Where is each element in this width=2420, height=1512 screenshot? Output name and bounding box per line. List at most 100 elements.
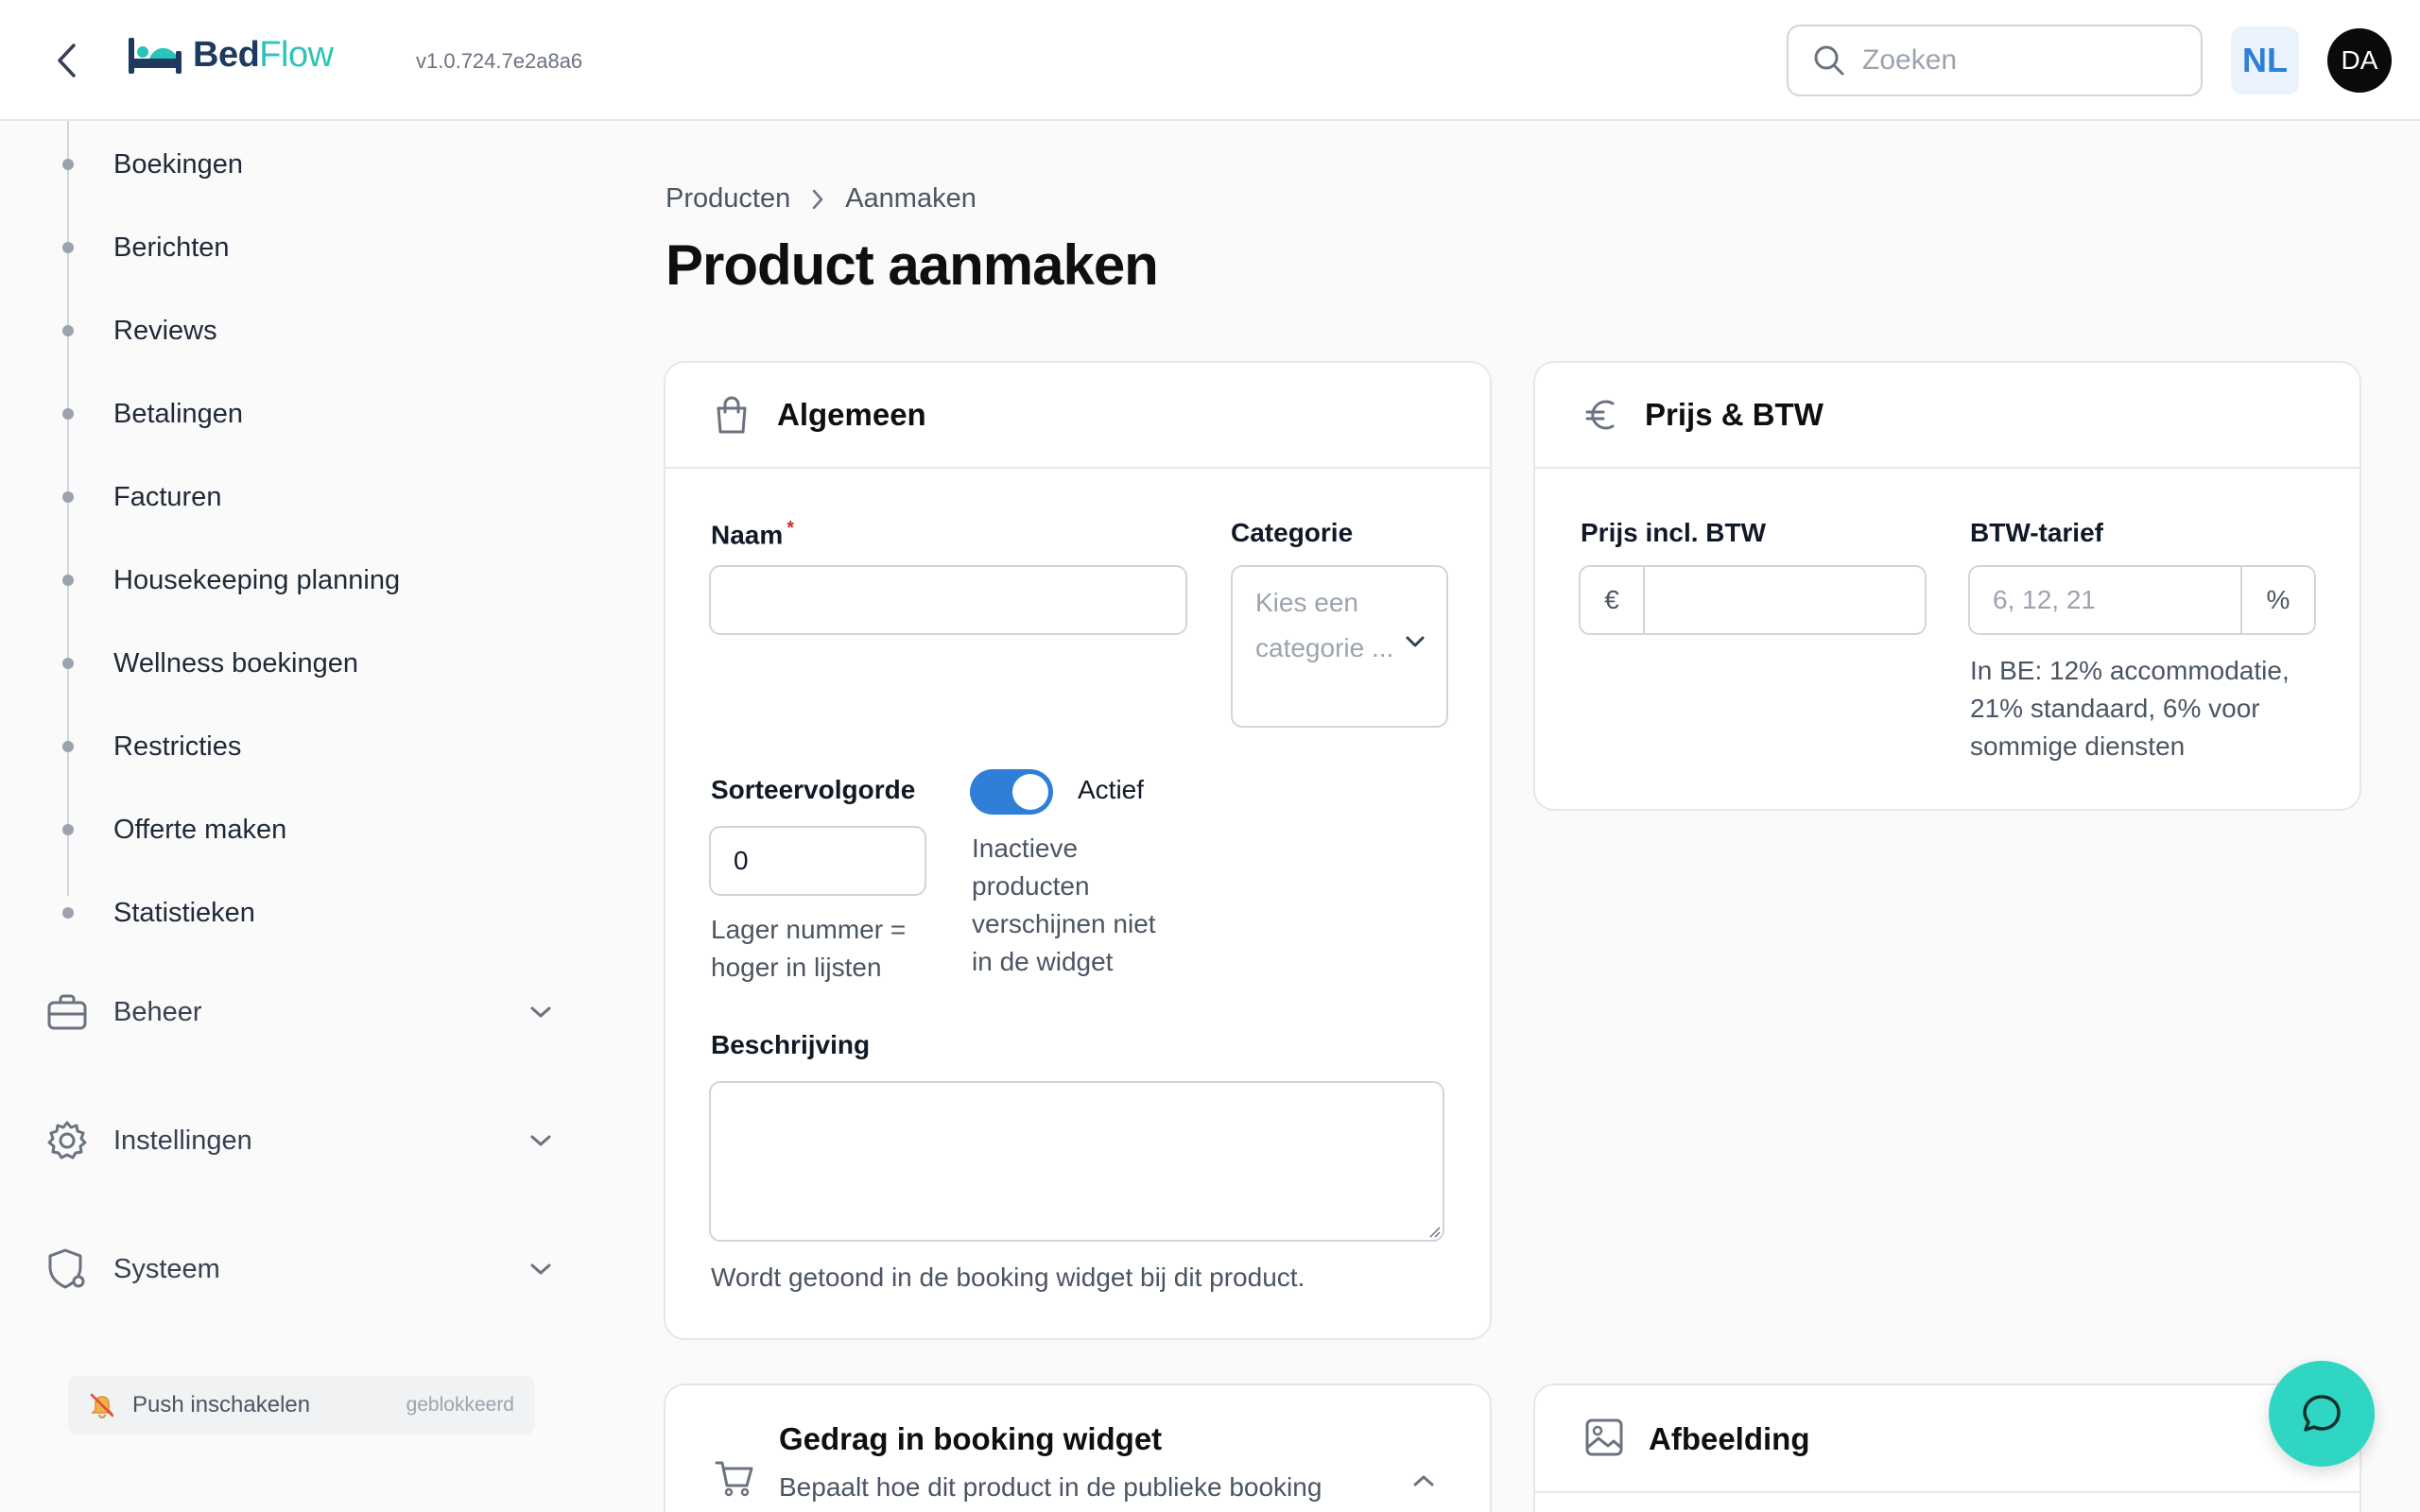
bullet-dot <box>62 824 74 835</box>
description-label: Beschrijving <box>711 1030 871 1059</box>
bell-off-icon <box>90 1393 114 1418</box>
user-avatar[interactable]: DA <box>2327 28 2392 93</box>
price-vat-card: Prijs & BTW Prijs incl. BTW € BTW-tarief… <box>1533 361 2361 811</box>
category-label: Categorie <box>1231 518 1354 547</box>
search-input[interactable] <box>1862 44 2174 77</box>
percent-suffix: % <box>2240 567 2314 633</box>
active-label: Actief <box>1078 775 1145 804</box>
sidebar-item-reviews[interactable]: Reviews <box>57 302 217 359</box>
shopping-bag-icon <box>717 396 747 434</box>
chevron-right-icon <box>812 189 823 209</box>
sidebar-group-label: Beheer <box>113 996 202 1027</box>
sidebar-item-betalingen[interactable]: Betalingen <box>57 386 243 442</box>
sidebar-item-statistieken[interactable]: Statistieken <box>57 885 255 941</box>
vat-input-group: % <box>1968 565 2316 635</box>
chevron-left-icon <box>58 43 76 77</box>
bullet-dot <box>62 408 74 420</box>
push-enable-button[interactable]: Push inschakelen geblokkeerd <box>68 1376 535 1435</box>
sidebar-item-label: Boekingen <box>113 148 244 180</box>
bedflow-logo[interactable]: BedFlow <box>127 34 334 76</box>
bullet-dot <box>62 658 74 669</box>
chevron-up-icon[interactable] <box>1412 1474 1435 1487</box>
sidebar-item-berichten[interactable]: Berichten <box>57 219 230 276</box>
briefcase-icon <box>45 990 89 1034</box>
card-title: Afbeelding <box>1649 1421 1810 1456</box>
sidebar-item-offerte[interactable]: Offerte maken <box>57 801 286 858</box>
name-label: Naam * <box>711 518 794 550</box>
name-input[interactable] <box>709 565 1187 635</box>
push-label: Push inschakelen <box>132 1392 311 1418</box>
sidebar-item-facturen[interactable]: Facturen <box>57 469 221 525</box>
sidebar-item-label: Offerte maken <box>113 814 287 845</box>
description-textarea[interactable] <box>709 1081 1444 1242</box>
currency-prefix: € <box>1581 567 1645 633</box>
resize-handle-icon[interactable] <box>1427 1225 1441 1238</box>
active-toggle[interactable] <box>970 769 1053 815</box>
search-box[interactable] <box>1787 25 2203 96</box>
sidebar-group-instellingen[interactable]: Instellingen <box>45 1108 556 1174</box>
shopping-cart-icon <box>715 1461 753 1497</box>
bullet-dot <box>62 325 74 336</box>
euro-icon <box>1585 400 1615 430</box>
sort-order-label: Sorteervolgorde <box>711 775 916 804</box>
price-input-group: € <box>1579 565 1927 635</box>
language-switcher[interactable]: NL <box>2231 26 2299 94</box>
vat-help: In BE: 12% accommodatie, 21% standaard, … <box>1970 656 2290 761</box>
chevron-down-icon <box>1405 635 1426 653</box>
image-icon <box>1585 1418 1623 1456</box>
card-title: Algemeen <box>777 397 926 432</box>
sidebar-item-label: Housekeeping planning <box>113 564 401 595</box>
card-header: Algemeen <box>666 363 1490 469</box>
sidebar-item-label: Wellness boekingen <box>113 647 359 679</box>
shield-gear-icon <box>45 1247 89 1291</box>
breadcrumb-current: Aanmaken <box>845 183 977 214</box>
bullet-dot <box>62 491 74 503</box>
bullet-dot <box>62 159 74 170</box>
search-icon <box>1814 45 1844 76</box>
category-placeholder: Kies een categorie ... <box>1255 588 1394 662</box>
bullet-dot <box>62 907 74 919</box>
sort-order-help: Lager nummer = hoger in lijsten <box>711 915 907 982</box>
widget-behavior-card: Gedrag in booking widget Bepaalt hoe dit… <box>664 1383 1492 1512</box>
sidebar-item-restricties[interactable]: Restricties <box>57 718 241 775</box>
sidebar-item-label: Facturen <box>113 481 222 512</box>
sidebar-item-label: Restricties <box>113 730 242 762</box>
sidebar-group-systeem[interactable]: Systeem <box>45 1236 556 1302</box>
back-button[interactable] <box>47 38 85 83</box>
push-status: geblokkeerd <box>406 1394 514 1416</box>
image-card: Afbeelding <box>1533 1383 2361 1512</box>
chevron-down-icon <box>526 1125 556 1156</box>
vat-rate-input[interactable] <box>1970 567 2240 633</box>
bed-logo-icon <box>129 38 182 74</box>
active-help: Inactieve producten verschijnen niet in … <box>972 833 1156 976</box>
toggle-knob <box>1012 774 1048 810</box>
card-header: Prijs & BTW <box>1535 363 2360 469</box>
sort-order-input[interactable] <box>709 826 926 896</box>
category-select[interactable]: Kies een categorie ... <box>1231 565 1448 728</box>
breadcrumb-parent-link[interactable]: Producten <box>666 183 790 215</box>
chat-button[interactable] <box>2269 1361 2375 1467</box>
general-card: Algemeen Naam * Categorie Kies een catego… <box>664 361 1492 1340</box>
page-title: Product aanmaken <box>666 233 1159 297</box>
sidebar-item-wellness[interactable]: Wellness boekingen <box>57 635 358 692</box>
sidebar-item-label: Statistieken <box>113 897 255 928</box>
description-help: Wordt getoond in de booking widget bij d… <box>711 1263 1305 1292</box>
name-label-text: Naam <box>711 520 784 550</box>
card-divider <box>1535 1491 2360 1493</box>
card-title: Prijs & BTW <box>1645 397 1824 432</box>
required-marker: * <box>786 518 795 539</box>
card-title: Gedrag in booking widget <box>779 1421 1163 1456</box>
chevron-down-icon <box>526 997 556 1027</box>
logo-text-flow: Flow <box>259 34 334 75</box>
sidebar-item-housekeeping[interactable]: Housekeeping planning <box>57 552 400 609</box>
vat-rate-label: BTW-tarief <box>1970 518 2103 547</box>
breadcrumb: Producten Aanmaken <box>666 183 977 215</box>
price-input[interactable] <box>1645 567 1925 633</box>
bullet-dot <box>62 741 74 752</box>
price-label: Prijs incl. BTW <box>1581 518 1767 547</box>
sidebar: Boekingen Berichten Reviews Betalingen F… <box>0 121 586 1512</box>
bullet-dot <box>62 575 74 586</box>
sidebar-group-beheer[interactable]: Beheer <box>45 979 556 1045</box>
sidebar-group-label: Instellingen <box>113 1125 252 1156</box>
sidebar-item-boekingen[interactable]: Boekingen <box>57 136 243 193</box>
